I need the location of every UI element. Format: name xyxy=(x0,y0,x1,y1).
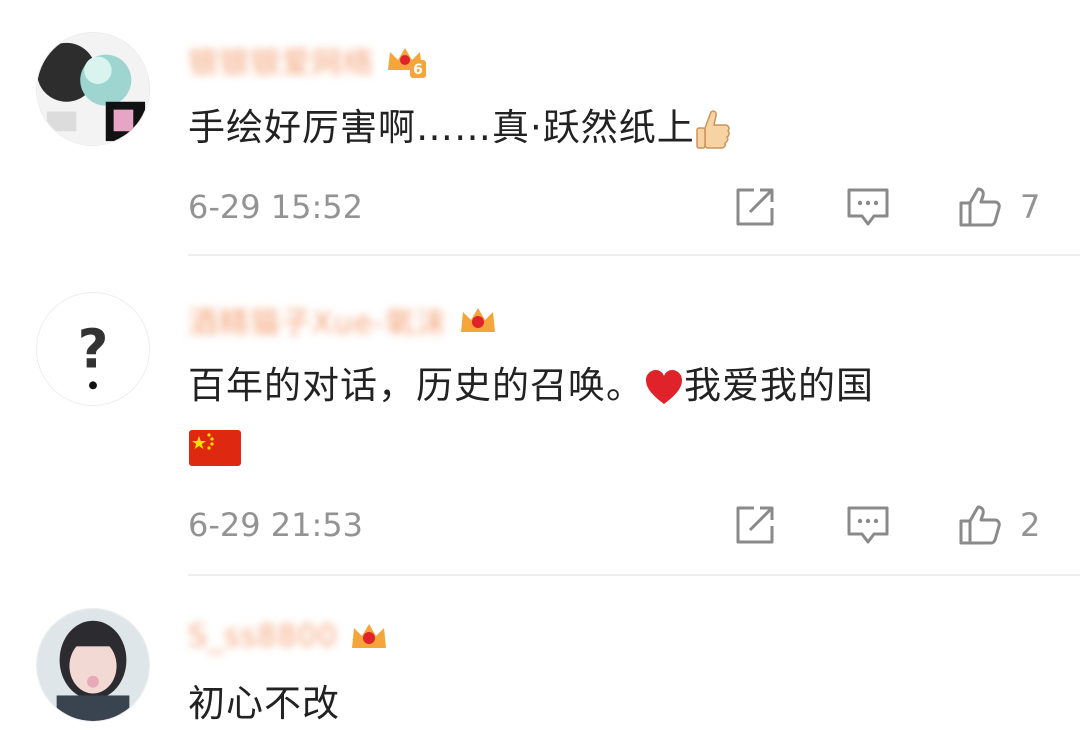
comment-text-content: 手绘好厉害啊……真·跃然纸上 xyxy=(188,106,695,149)
comment-item: S_ss8800 初心不改 xyxy=(0,576,1080,747)
thumbs-up-emoji xyxy=(696,109,730,149)
thumbs-up-icon xyxy=(959,505,1001,545)
like-button[interactable]: 2 xyxy=(958,504,1040,546)
username[interactable]: 酒精猫子Xue-氧沫 xyxy=(188,298,447,342)
comment-text-content: 百年的对话，历史的召唤。 xyxy=(188,364,644,407)
comment-icon xyxy=(847,506,889,544)
avatar-image xyxy=(37,33,149,145)
share-icon xyxy=(736,188,774,226)
comment-meta: 6-29 15:52 7 xyxy=(188,182,1044,232)
comment-button[interactable] xyxy=(846,186,890,228)
thumbs-up-icon xyxy=(959,187,1001,227)
comment-list: 银银银爱网络 6 手绘好厉害啊……真·跃然纸上 6-29 15:52 7 ? 酒… xyxy=(0,0,1080,747)
avatar[interactable] xyxy=(36,32,150,146)
username[interactable]: S_ss8800 xyxy=(188,619,338,654)
comment-button[interactable] xyxy=(846,504,890,546)
comment-header: 银银银爱网络 6 xyxy=(188,38,426,82)
vip-crown-icon xyxy=(460,308,495,332)
comment-text-content-after: 我爱我的国 xyxy=(684,364,874,407)
like-count: 7 xyxy=(1020,188,1041,226)
like-count: 2 xyxy=(1020,506,1041,544)
vip-crown-icon xyxy=(351,624,386,648)
red-heart-emoji xyxy=(646,369,682,404)
comment-text: 百年的对话，历史的召唤。 我爱我的国 xyxy=(188,356,1028,476)
username[interactable]: 银银银爱网络 xyxy=(188,38,374,82)
avatar[interactable]: ? xyxy=(36,292,150,406)
avatar-image: ? xyxy=(37,293,149,405)
timestamp: 6-29 15:52 xyxy=(188,188,364,226)
comment-item: 银银银爱网络 6 手绘好厉害啊……真·跃然纸上 6-29 15:52 7 xyxy=(0,0,1080,258)
like-button[interactable]: 7 xyxy=(958,186,1040,228)
comment-meta: 6-29 21:53 2 xyxy=(188,500,1044,550)
comment-item: ? 酒精猫子Xue-氧沫 百年的对话，历史的召唤。 我爱我的国 6-29 21:… xyxy=(0,256,1080,576)
china-flag-emoji xyxy=(189,429,241,466)
comment-text: 手绘好厉害啊……真·跃然纸上 xyxy=(188,98,1028,158)
repost-button[interactable] xyxy=(734,504,778,546)
comment-text-content: 初心不改 xyxy=(188,682,340,725)
timestamp: 6-29 21:53 xyxy=(188,506,364,544)
svg-text:?: ? xyxy=(78,319,109,381)
avatar-image xyxy=(37,609,149,721)
avatar[interactable] xyxy=(36,608,150,722)
share-icon xyxy=(736,506,774,544)
vip-crown-icon: 6 xyxy=(388,48,426,78)
vip-level: 6 xyxy=(413,62,423,78)
comment-header: 酒精猫子Xue-氧沫 xyxy=(188,298,499,342)
comment-header: S_ss8800 xyxy=(188,616,390,656)
comment-icon xyxy=(847,188,889,226)
repost-button[interactable] xyxy=(734,186,778,228)
comment-text: 初心不改 xyxy=(188,674,1028,734)
